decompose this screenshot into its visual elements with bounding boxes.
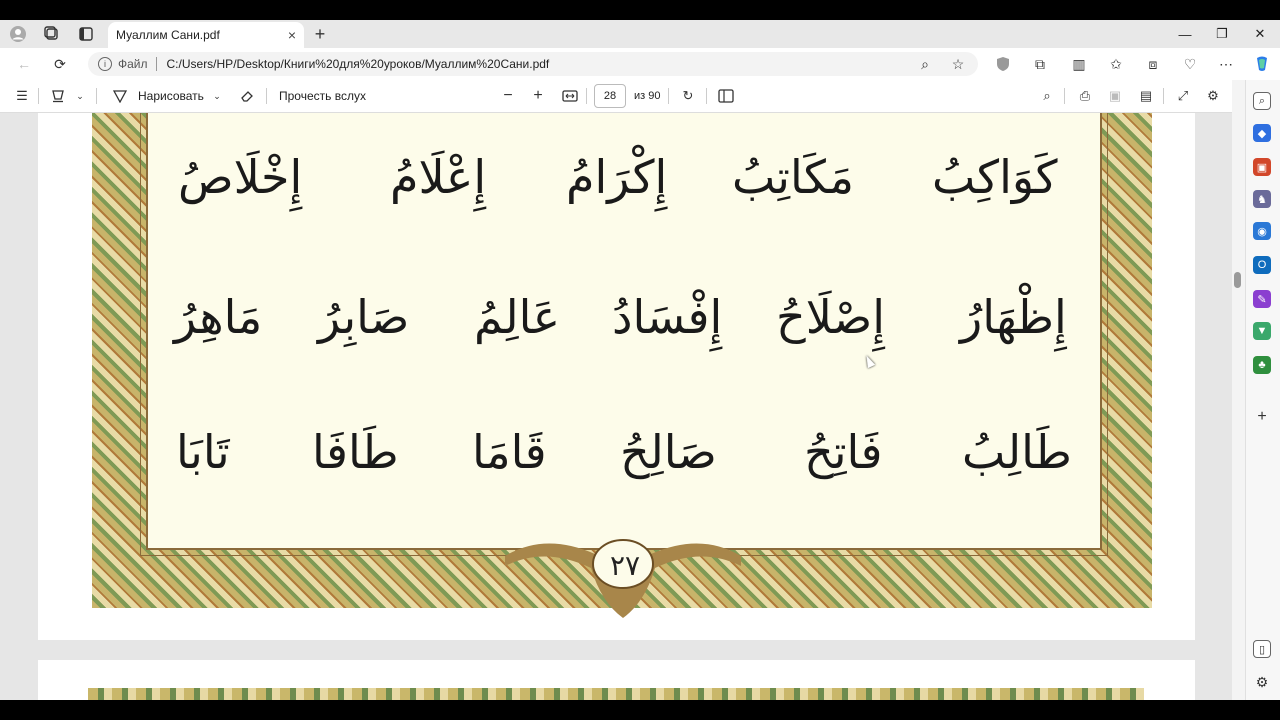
arabic-word: إِصْلَاحُ xyxy=(776,290,885,344)
bottom-letterbox xyxy=(0,700,1280,720)
favorite-star-icon[interactable]: ☆ xyxy=(948,54,968,74)
top-letterbox xyxy=(0,0,1280,20)
arabic-word: صَالِحُ xyxy=(620,425,717,479)
draw-pen-icon[interactable] xyxy=(110,86,130,106)
profile-icon[interactable] xyxy=(8,24,28,44)
browser-essentials-icon[interactable]: ♡ xyxy=(1180,54,1200,74)
sidebar-settings-gear-icon[interactable]: ⚙ xyxy=(1253,673,1271,691)
arabic-word: عَالِمُ xyxy=(474,290,561,344)
arabic-word: تَابَا xyxy=(176,425,230,479)
toolbar-divider xyxy=(668,88,669,104)
shield-icon[interactable] xyxy=(993,54,1013,74)
arabic-word: كَوَاكِبُ xyxy=(932,150,1058,204)
tab-active[interactable]: PDF Муаллим Сани.pdf × xyxy=(108,22,304,122)
contents-list-icon[interactable]: ☰ xyxy=(12,86,32,106)
designer-icon[interactable]: ✎ xyxy=(1253,290,1271,308)
vertical-scrollbar[interactable] xyxy=(1232,80,1245,700)
close-window-button[interactable]: ✕ xyxy=(1245,24,1275,44)
page-number: ٢٧ xyxy=(609,548,641,582)
split-screen-icon[interactable]: ▥ xyxy=(1069,54,1089,74)
outlook-icon[interactable]: O xyxy=(1253,256,1271,274)
draw-button[interactable]: Нарисовать xyxy=(138,86,204,106)
url-text[interactable]: C:/Users/HP/Desktop/Книги%20для%20уроков… xyxy=(167,57,550,71)
tab-title: Муаллим Сани.pdf xyxy=(116,28,220,42)
search-sidebar-icon[interactable]: ⌕ xyxy=(1253,92,1271,110)
minimize-button[interactable]: — xyxy=(1170,24,1200,44)
toolbar-divider xyxy=(96,88,97,104)
toolbar-divider xyxy=(1163,88,1164,104)
toolbar-divider xyxy=(38,88,39,104)
add-sidebar-app-icon[interactable]: + xyxy=(1253,408,1271,426)
highlight-icon[interactable] xyxy=(48,86,68,106)
toolbar-divider xyxy=(266,88,267,104)
page-view-icon[interactable] xyxy=(716,86,736,106)
arabic-word: إِظْهَارُ xyxy=(960,290,1067,344)
fullscreen-icon[interactable]: ⤢ xyxy=(1173,86,1193,106)
toolbar-divider xyxy=(706,88,707,104)
new-tab-button[interactable]: + xyxy=(310,24,330,44)
arabic-word: مَاهِرُ xyxy=(174,290,263,344)
toolbar-divider xyxy=(586,88,587,104)
save-as-icon[interactable]: ▤ xyxy=(1136,86,1156,106)
zoom-in-button[interactable]: + xyxy=(528,86,548,106)
favorites-icon[interactable]: ✩ xyxy=(1106,54,1126,74)
arabic-word: إِكْرَامُ xyxy=(566,150,668,204)
arabic-word: إِعْلَامُ xyxy=(390,150,487,204)
collections-icon[interactable]: ⧈ xyxy=(1143,54,1163,74)
save-icon[interactable]: ▣ xyxy=(1105,86,1125,106)
arabic-word: فَاتِحُ xyxy=(804,425,883,479)
zoom-out-button[interactable]: − xyxy=(498,86,518,106)
microsoft-365-icon[interactable]: ◉ xyxy=(1253,222,1271,240)
address-field[interactable]: i Файл C:/Users/HP/Desktop/Книги%20для%2… xyxy=(88,52,978,76)
search-icon[interactable]: ⌕ xyxy=(1037,86,1057,106)
tab-actions-icon[interactable] xyxy=(76,24,96,44)
chevron-down-icon[interactable]: ⌄ xyxy=(207,86,227,106)
address-separator xyxy=(155,57,157,71)
shopping-icon[interactable]: ▣ xyxy=(1253,158,1271,176)
print-icon[interactable]: ⎙ xyxy=(1075,86,1095,106)
arabic-word: مَكَاتِبُ xyxy=(732,150,855,204)
extensions-icon[interactable]: ⧉ xyxy=(1030,54,1050,74)
refresh-icon[interactable]: ⟳ xyxy=(50,54,70,74)
settings-gear-icon[interactable]: ⚙ xyxy=(1203,86,1223,106)
arabic-word: صَابِرُ xyxy=(318,290,410,344)
back-icon[interactable]: ← xyxy=(14,54,34,74)
drop-icon[interactable]: ▼ xyxy=(1253,322,1271,340)
games-icon[interactable]: ♞ xyxy=(1253,190,1271,208)
scheme-label: Файл xyxy=(118,57,148,71)
page-total-label: из 90 xyxy=(634,90,661,102)
copilot-sidebar-icon[interactable]: ◆ xyxy=(1253,124,1271,142)
copilot-icon[interactable] xyxy=(1252,54,1272,74)
arabic-word: إِفْسَادُ xyxy=(612,290,723,344)
arabic-word: طَالِبُ xyxy=(962,425,1072,479)
workspaces-icon[interactable] xyxy=(42,24,62,44)
scrollbar-thumb[interactable] xyxy=(1234,272,1241,288)
arabic-word: إِخْلَاصُ xyxy=(178,150,303,204)
rotate-icon[interactable]: ↻ xyxy=(678,86,698,106)
toolbar-divider xyxy=(1064,88,1065,104)
maximize-button[interactable]: ❐ xyxy=(1207,24,1237,44)
page-number-input[interactable]: 28 xyxy=(594,84,626,108)
chevron-down-icon[interactable]: ⌄ xyxy=(70,86,90,106)
arabic-word: قَامَا xyxy=(472,425,547,479)
hide-sidebar-icon[interactable]: ▯ xyxy=(1253,640,1271,658)
read-aloud-button[interactable]: Прочесть вслух xyxy=(279,86,366,106)
eraser-icon[interactable] xyxy=(237,86,257,106)
ornamental-border-next xyxy=(88,688,1144,700)
info-icon[interactable]: i xyxy=(98,57,112,71)
more-options-icon[interactable]: ⋯ xyxy=(1216,54,1236,74)
arabic-word: طَافَا xyxy=(312,425,399,479)
zoom-page-icon[interactable]: ⌕ xyxy=(915,54,935,74)
fit-page-icon[interactable] xyxy=(560,86,580,106)
tree-icon[interactable]: ♣ xyxy=(1253,356,1271,374)
browser-window: PDF Муаллим Сани.pdf × + — ❐ ✕ ← ⟳ i Фай… xyxy=(0,0,1280,720)
tab-close-button[interactable]: × xyxy=(288,27,296,43)
